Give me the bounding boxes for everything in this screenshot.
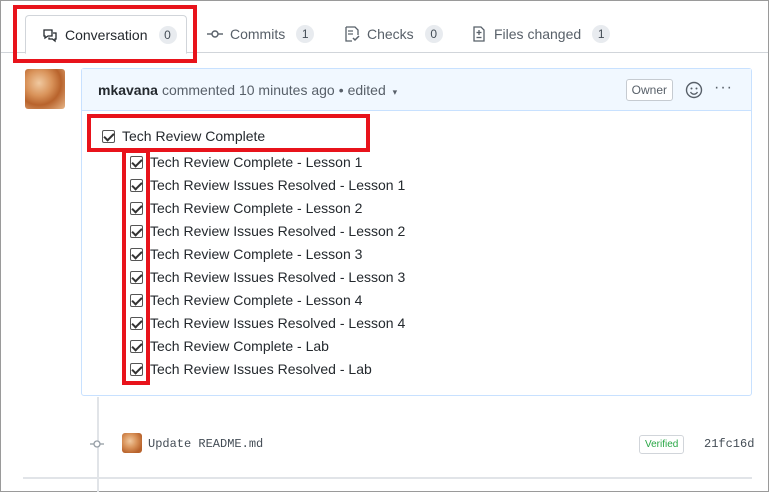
task-item: Tech Review Issues Resolved - Lab bbox=[130, 361, 372, 377]
checklist-icon bbox=[345, 26, 360, 42]
comment-meta[interactable]: commented 10 minutes ago bbox=[162, 82, 335, 98]
task-item: Tech Review Complete - Lab bbox=[130, 338, 329, 354]
file-diff-icon bbox=[473, 26, 485, 42]
tab-files-changed-count: 1 bbox=[592, 25, 611, 43]
tab-commits-count: 1 bbox=[296, 25, 315, 43]
task-item: Tech Review Issues Resolved - Lesson 3 bbox=[130, 269, 405, 285]
tab-checks-label: Checks bbox=[367, 26, 414, 42]
task-label: Tech Review Complete - Lab bbox=[150, 338, 329, 354]
task-label: Tech Review Issues Resolved - Lesson 2 bbox=[150, 223, 406, 239]
task-item: Tech Review Complete - Lesson 2 bbox=[130, 200, 362, 216]
timeline-divider bbox=[23, 477, 752, 479]
smiley-reaction-icon[interactable] bbox=[685, 81, 703, 99]
git-commit-icon bbox=[90, 440, 104, 448]
task-item: Tech Review Issues Resolved - Lesson 4 bbox=[130, 315, 405, 331]
commit-message-link[interactable]: Update README.md bbox=[148, 437, 263, 451]
task-item: Tech Review Complete - Lesson 4 bbox=[130, 292, 362, 308]
task-label: Tech Review Issues Resolved - Lesson 3 bbox=[150, 269, 406, 285]
task-item: Tech Review Issues Resolved - Lesson 1 bbox=[130, 177, 405, 193]
comment-header: mkavana commented 10 minutes ago • edite… bbox=[82, 69, 751, 111]
caret-down-icon: ▾ bbox=[392, 86, 398, 97]
highlight-box-conversation-tab bbox=[13, 5, 197, 63]
task-label: Tech Review Complete - Lesson 4 bbox=[150, 292, 363, 308]
highlight-box-sub-checkboxes bbox=[122, 149, 150, 385]
task-item: Tech Review Issues Resolved - Lesson 2 bbox=[130, 223, 405, 239]
tab-commits[interactable]: Commits 1 bbox=[207, 15, 315, 53]
task-label: Tech Review Complete - Lesson 2 bbox=[150, 200, 363, 216]
edited-dropdown[interactable]: edited ▾ bbox=[348, 82, 398, 98]
meta-separator: • bbox=[338, 81, 344, 98]
task-label: Tech Review Issues Resolved - Lesson 1 bbox=[150, 177, 406, 193]
tab-commits-label: Commits bbox=[230, 26, 286, 42]
tab-files-changed-label: Files changed bbox=[494, 26, 582, 42]
kebab-menu-icon[interactable]: ··· bbox=[714, 79, 733, 97]
author-avatar[interactable] bbox=[25, 69, 65, 109]
edited-label: edited bbox=[347, 81, 386, 98]
tab-checks-count: 0 bbox=[424, 25, 443, 43]
commit-author-avatar[interactable] bbox=[122, 433, 142, 453]
owner-badge: Owner bbox=[625, 79, 673, 101]
highlight-box-parent-task bbox=[87, 114, 370, 152]
commit-sha-link[interactable]: 21fc16d bbox=[704, 437, 754, 451]
git-commit-icon bbox=[207, 30, 223, 38]
task-label: Tech Review Issues Resolved - Lab bbox=[150, 361, 372, 377]
task-item: Tech Review Complete - Lesson 1 bbox=[130, 154, 362, 170]
verified-badge[interactable]: Verified bbox=[639, 435, 685, 454]
task-label: Tech Review Complete - Lesson 1 bbox=[150, 154, 363, 170]
comment-author[interactable]: mkavana bbox=[98, 82, 158, 98]
task-label: Tech Review Complete - Lesson 3 bbox=[150, 246, 363, 262]
tab-checks[interactable]: Checks 0 bbox=[344, 15, 443, 53]
tab-files-changed[interactable]: Files changed 1 bbox=[471, 15, 611, 53]
task-label: Tech Review Issues Resolved - Lesson 4 bbox=[150, 315, 406, 331]
task-item: Tech Review Complete - Lesson 3 bbox=[130, 246, 362, 262]
